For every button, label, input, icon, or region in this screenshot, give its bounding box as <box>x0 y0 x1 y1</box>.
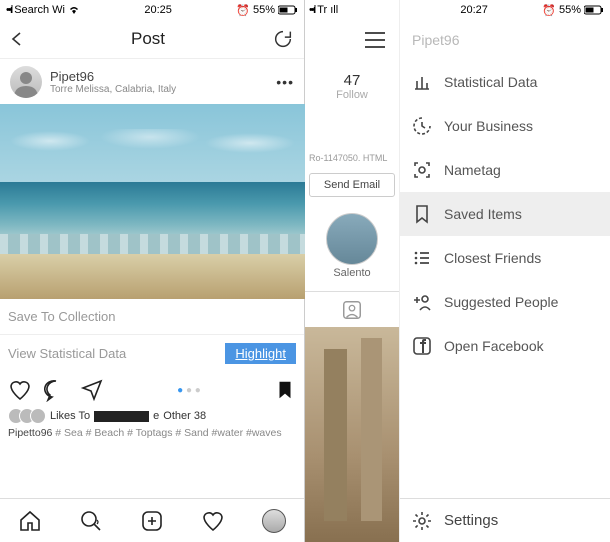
carrier-text: Tr <box>317 4 327 16</box>
menu-username: Pipet96 <box>400 20 610 60</box>
carrier-text: Search Wi <box>14 4 65 16</box>
side-menu: 20:27 ⏰ 55% Pipet96 Statistical Data You… <box>400 0 610 542</box>
redacted-name <box>94 411 149 422</box>
add-post-icon[interactable] <box>140 509 164 533</box>
menu-stats[interactable]: Statistical Data <box>400 60 610 104</box>
settings-button[interactable]: Settings <box>400 498 610 542</box>
comment-icon[interactable] <box>44 378 68 402</box>
alarm-icon: ⏰ <box>542 4 556 17</box>
more-button[interactable]: ••• <box>276 74 294 90</box>
status-bar-strip: ••ıl Tr ıll <box>305 0 399 20</box>
ro-file-text: Ro-1147050. HTML <box>305 151 399 165</box>
menu-nametag-label: Nametag <box>444 162 501 178</box>
likes-prefix: Likes To <box>50 410 90 422</box>
menu-suggested-label: Suggested People <box>444 294 558 310</box>
post-media[interactable] <box>0 104 305 299</box>
like-icon[interactable] <box>8 378 32 402</box>
liker-avatars <box>8 408 46 424</box>
grid-thumbnail[interactable] <box>305 327 399 542</box>
follow-count: 47 <box>305 72 399 89</box>
right-strip: ••ıl Tr ıll 47 Follow Ro-1147050. HTML S… <box>305 0 400 542</box>
story-label: Salento <box>305 267 399 279</box>
battery-text: 55% <box>253 4 275 16</box>
titlebar: Post <box>0 20 304 58</box>
menu-stats-label: Statistical Data <box>444 74 537 90</box>
caption-tags[interactable]: # Sea # Beach # Toptags # Sand #water #w… <box>55 427 281 439</box>
save-collection-button[interactable]: Save To Collection <box>0 299 304 335</box>
bottom-nav <box>0 498 304 542</box>
back-button[interactable] <box>10 32 24 46</box>
status-bar-right: 20:27 ⏰ 55% <box>400 0 610 20</box>
caption-user[interactable]: Pipetto96 <box>8 427 52 439</box>
bar-chart-icon <box>412 72 432 92</box>
menu-suggested[interactable]: Suggested People <box>400 280 610 324</box>
activity-icon[interactable] <box>201 509 225 533</box>
likes-others: Other 38 <box>163 410 206 422</box>
post-actions: ● ● ● <box>0 372 304 408</box>
right-screen: ••ıl Tr ıll 47 Follow Ro-1147050. HTML S… <box>305 0 610 542</box>
menu-saved-label: Saved Items <box>444 206 522 222</box>
highlight-button[interactable]: Highlight <box>225 343 296 364</box>
list-icon <box>412 248 432 268</box>
profile-avatar-icon[interactable] <box>262 509 286 533</box>
menu-saved[interactable]: Saved Items <box>400 192 610 236</box>
clock-icon <box>412 116 432 136</box>
likes-e: e <box>153 410 159 422</box>
carousel-dots: ● ● ● <box>116 385 262 396</box>
username[interactable]: Pipet96 <box>50 69 176 84</box>
menu-nametag[interactable]: Nametag <box>400 148 610 192</box>
bookmark-icon[interactable] <box>274 379 296 401</box>
gear-icon <box>412 511 432 531</box>
alarm-icon: ⏰ <box>236 4 250 17</box>
menu-closest[interactable]: Closest Friends <box>400 236 610 280</box>
add-person-icon <box>412 292 432 312</box>
wifi-icon <box>68 5 80 15</box>
view-stats-button[interactable]: View Statistical Data <box>8 346 126 361</box>
search-icon[interactable] <box>79 509 103 533</box>
clock-text: 20:25 <box>144 4 172 16</box>
post-header: Pipet96 Torre Melissa, Calabria, Italy •… <box>0 58 304 104</box>
home-icon[interactable] <box>18 509 42 533</box>
menu-closest-label: Closest Friends <box>444 250 541 266</box>
menu-facebook[interactable]: Open Facebook <box>400 324 610 368</box>
signal-icon: ••ıl <box>309 4 314 16</box>
location[interactable]: Torre Melissa, Calabria, Italy <box>50 84 176 95</box>
share-icon[interactable] <box>80 378 104 402</box>
hamburger-icon[interactable] <box>365 32 385 48</box>
bookmark-icon <box>412 204 432 224</box>
page-title: Post <box>131 29 165 49</box>
settings-label: Settings <box>444 512 498 529</box>
battery-icon <box>278 5 298 15</box>
facebook-icon <box>412 336 432 356</box>
menu-business[interactable]: Your Business <box>400 104 610 148</box>
story-highlight[interactable] <box>326 213 378 265</box>
caption: Pipetto96 # Sea # Beach # Toptags # Sand… <box>0 424 304 439</box>
avatar[interactable] <box>10 66 42 98</box>
scan-icon <box>412 160 432 180</box>
signal-icon2: ıll <box>330 4 338 16</box>
menu-facebook-label: Open Facebook <box>444 338 544 354</box>
menu-business-label: Your Business <box>444 118 533 134</box>
clock-text: 20:27 <box>460 4 488 16</box>
battery-text: 55% <box>559 4 581 16</box>
status-bar: ••ıl Search Wi 20:25 ⏰ 55% <box>0 0 304 20</box>
likes-row[interactable]: Likes To e Other 38 <box>0 408 304 424</box>
left-screen: ••ıl Search Wi 20:25 ⏰ 55% Post <box>0 0 305 542</box>
tagged-tab[interactable] <box>305 291 399 327</box>
redo-button[interactable] <box>272 28 294 50</box>
send-email-button[interactable]: Send Email <box>309 173 395 197</box>
signal-icon: ••ıl <box>6 4 11 16</box>
battery-icon <box>584 5 604 15</box>
follow-stats[interactable]: 47 Follow <box>305 60 399 101</box>
follow-label: Follow <box>305 89 399 101</box>
